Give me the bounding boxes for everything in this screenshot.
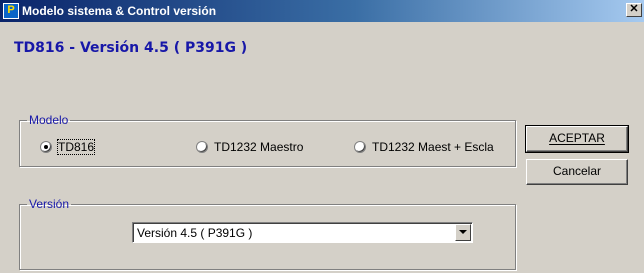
radio-button[interactable]: [354, 141, 366, 153]
dialog-window: P Modelo sistema & Control versión ✕ TD8…: [0, 0, 644, 273]
close-icon: ✕: [629, 3, 639, 15]
app-icon: P: [3, 3, 19, 19]
page-title: TD816 - Versión 4.5 ( P391G ): [14, 40, 248, 56]
radio-td1232-maest-escla[interactable]: TD1232 Maest + Escla: [354, 140, 494, 154]
title-bar[interactable]: P Modelo sistema & Control versión ✕: [0, 0, 644, 22]
radio-td816[interactable]: TD816: [40, 139, 96, 155]
radio-label-td816: TD816: [56, 139, 96, 155]
close-button[interactable]: ✕: [626, 3, 642, 17]
cancelar-button[interactable]: Cancelar: [526, 159, 628, 185]
aceptar-button-label: ACEPTAR: [549, 131, 605, 145]
modelo-legend: Modelo: [29, 113, 69, 127]
radio-button[interactable]: [196, 141, 208, 153]
cancelar-button-label: Cancelar: [552, 164, 602, 178]
radio-button-checked[interactable]: [40, 141, 52, 153]
version-select-value: Versión 4.5 ( P391G ): [137, 226, 253, 240]
chevron-down-icon[interactable]: [455, 224, 471, 241]
radio-td1232-maestro[interactable]: TD1232 Maestro: [196, 140, 303, 154]
window-title: Modelo sistema & Control versión: [22, 4, 217, 18]
radio-label-td1232-maest-escla: TD1232 Maest + Escla: [372, 140, 494, 154]
radio-label-td1232-maestro: TD1232 Maestro: [214, 140, 304, 154]
version-legend: Versión: [29, 197, 70, 211]
version-select[interactable]: Versión 4.5 ( P391G ): [132, 222, 473, 243]
aceptar-button[interactable]: ACEPTAR: [525, 125, 629, 153]
